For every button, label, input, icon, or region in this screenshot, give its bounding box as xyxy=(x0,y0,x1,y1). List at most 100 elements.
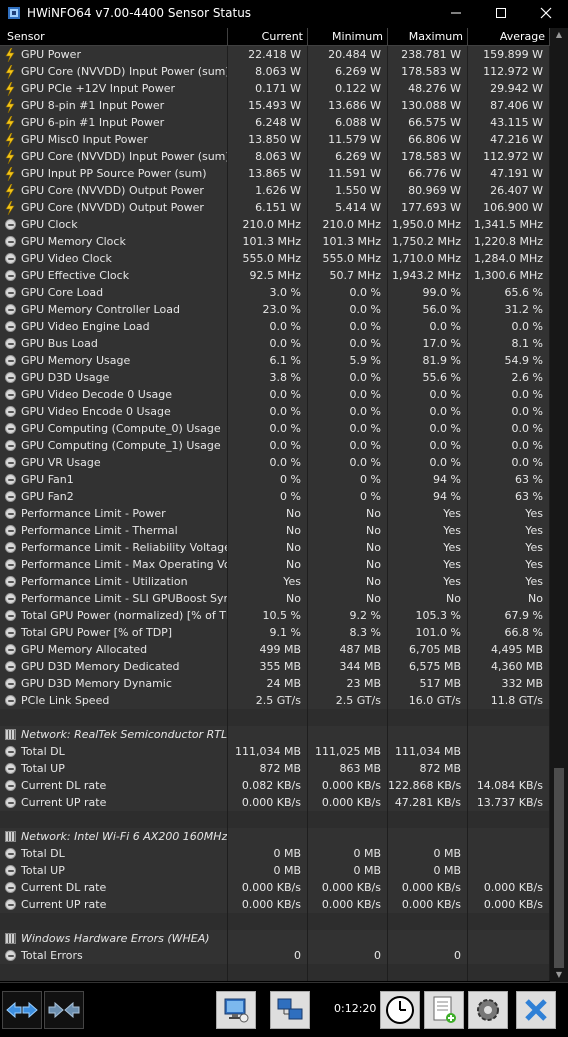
sensor-gauge-icon xyxy=(3,575,17,589)
table-row[interactable]: Total DL 111,034 MB 111,025 MB 111,034 MB xyxy=(0,743,550,760)
table-row[interactable]: GPU PCIe +12V Input Power 0.171 W 0.122 W4… xyxy=(0,80,550,97)
table-row[interactable]: Performance Limit - Max Operating Volt..… xyxy=(0,556,550,573)
table-row[interactable]: GPU Input PP Source Power (sum) 13.865 W1… xyxy=(0,165,550,182)
table-row[interactable]: GPU Core (NVVDD) Output Power 6.151 W 5.41… xyxy=(0,199,550,216)
table-row[interactable]: GPU Memory Usage 6.1 % 5.9 % 81.9 % 54.9 % xyxy=(0,352,550,369)
close-window-button[interactable] xyxy=(523,0,568,26)
maximize-button[interactable] xyxy=(478,0,523,26)
column-header-sensor[interactable]: Sensor xyxy=(0,28,228,46)
average-value-cell: 4,495 MB xyxy=(468,641,550,658)
table-row[interactable]: Current DL rate 0.000 KB/s 0.000 KB/s 0.000… xyxy=(0,879,550,896)
table-row[interactable]: GPU 8-pin #1 Input Power 15.493 W 13.686 W… xyxy=(0,97,550,114)
average-value-cell: 0.000 KB/s xyxy=(468,896,550,913)
vertical-scrollbar[interactable]: ▲ ▼ xyxy=(550,28,568,982)
maximum-value-cell: 94 % xyxy=(388,488,468,505)
table-row[interactable]: PCIe Link Speed 2.5 GT/s 2.5 GT/s 16.0 GT/s… xyxy=(0,692,550,709)
column-header-minimum[interactable]: Minimum xyxy=(308,28,388,46)
logging-button[interactable] xyxy=(424,991,464,1029)
current-value-cell: 13.850 W xyxy=(228,131,308,148)
table-row[interactable]: Total Errors 0 0 0 xyxy=(0,947,550,964)
table-row[interactable]: Performance Limit - Power No No Yes Yes xyxy=(0,505,550,522)
minimum-value-cell: 101.3 MHz xyxy=(308,233,388,250)
table-row[interactable]: GPU 6-pin #1 Input Power 6.248 W 6.088 W 66… xyxy=(0,114,550,131)
column-header-maximum[interactable]: Maximum xyxy=(388,28,468,46)
current-value-cell: 210.0 MHz xyxy=(228,216,308,233)
sensor-name-cell xyxy=(0,913,228,930)
current-value-cell: 555.0 MHz xyxy=(228,250,308,267)
table-row[interactable]: GPU VR Usage 0.0 % 0.0 % 0.0 % 0.0 % xyxy=(0,454,550,471)
table-row[interactable]: Performance Limit - Reliability Voltage N… xyxy=(0,539,550,556)
table-row[interactable]: Current DL rate 0.082 KB/s 0.000 KB/s 122.8… xyxy=(0,777,550,794)
table-row[interactable]: GPU Core (NVVDD) Output Power 1.626 W 1.55… xyxy=(0,182,550,199)
sensor-group-row[interactable]: Network: RealTek Semiconductor RTL81... xyxy=(0,726,550,743)
average-value-cell: 112.972 W xyxy=(468,63,550,80)
table-row[interactable]: GPU Fan1 0 % 0 % 94 % 63 % xyxy=(0,471,550,488)
column-header-current[interactable]: Current xyxy=(228,28,308,46)
table-row[interactable]: GPU Computing (Compute_0) Usage 0.0 % 0.0 … xyxy=(0,420,550,437)
sensor-gauge-icon xyxy=(3,507,17,521)
average-value-cell: Yes xyxy=(468,539,550,556)
table-row[interactable]: GPU Misc0 Input Power 13.850 W 11.579 W 66.… xyxy=(0,131,550,148)
table-row[interactable]: GPU Video Clock 555.0 MHz 555.0 MHz 1,710.0… xyxy=(0,250,550,267)
table-row[interactable]: Performance Limit - Utilization Yes No Yes Y… xyxy=(0,573,550,590)
current-value-cell: 0 MB xyxy=(228,862,308,879)
sensor-gauge-icon xyxy=(3,524,17,538)
table-row[interactable]: GPU Power 22.418 W 20.484 W 238.781 W 159.89… xyxy=(0,46,550,63)
table-row[interactable]: Current UP rate 0.000 KB/s 0.000 KB/s 47.28… xyxy=(0,794,550,811)
sensor-group-row[interactable]: Windows Hardware Errors (WHEA) xyxy=(0,930,550,947)
table-row[interactable]: GPU Computing (Compute_1) Usage 0.0 % 0.0 … xyxy=(0,437,550,454)
show-sensors-button[interactable] xyxy=(216,991,256,1029)
minimum-value-cell: 0.0 % xyxy=(308,335,388,352)
table-row[interactable]: GPU Core (NVVDD) Input Power (sum) 8.063 … xyxy=(0,63,550,80)
table-row[interactable]: GPU Video Encode 0 Usage 0.0 % 0.0 % 0.0 % 0… xyxy=(0,403,550,420)
minimize-button[interactable] xyxy=(433,0,478,26)
table-row[interactable]: GPU Core (NVVDD) Input Power (sum) 8.063 … xyxy=(0,148,550,165)
sensor-label: GPU 8-pin #1 Input Power xyxy=(21,99,165,112)
table-row[interactable]: Performance Limit - Thermal No No Yes Yes xyxy=(0,522,550,539)
minimum-value-cell: 0.122 W xyxy=(308,80,388,97)
table-row[interactable]: Total UP 0 MB 0 MB 0 MB xyxy=(0,862,550,879)
table-row[interactable]: GPU Memory Controller Load 23.0 % 0.0 % 56.… xyxy=(0,301,550,318)
table-row[interactable]: GPU D3D Memory Dedicated 355 MB 344 MB 6,57… xyxy=(0,658,550,675)
scroll-up-icon[interactable]: ▲ xyxy=(554,30,564,40)
table-row[interactable]: GPU D3D Usage 3.8 % 0.0 % 55.6 % 2.6 % xyxy=(0,369,550,386)
table-row[interactable]: GPU D3D Memory Dynamic 24 MB 23 MB 517 MB 33… xyxy=(0,675,550,692)
table-row[interactable]: Current UP rate 0.000 KB/s 0.000 KB/s 0.000… xyxy=(0,896,550,913)
scroll-down-icon[interactable]: ▼ xyxy=(554,970,564,980)
average-value-cell: 29.942 W xyxy=(468,80,550,97)
table-row[interactable]: GPU Effective Clock 92.5 MHz 50.7 MHz 1,943… xyxy=(0,267,550,284)
sensor-group-row[interactable]: Network: Intel Wi-Fi 6 AX200 160MHz xyxy=(0,828,550,845)
table-row[interactable]: GPU Clock 210.0 MHz 210.0 MHz 1,950.0 MHz 1,… xyxy=(0,216,550,233)
expand-collapse-button[interactable] xyxy=(2,991,42,1029)
clock-reset-button[interactable] xyxy=(380,991,420,1029)
sensor-gauge-icon xyxy=(3,762,17,776)
column-header-average[interactable]: Average xyxy=(468,28,550,46)
table-row[interactable]: GPU Video Decode 0 Usage 0.0 % 0.0 % 0.0 % 0… xyxy=(0,386,550,403)
sensor-label: GPU Core (NVVDD) Input Power (sum) xyxy=(21,150,228,163)
sensor-label: GPU Computing (Compute_1) Usage xyxy=(21,439,221,452)
maximum-value-cell: 6,575 MB xyxy=(388,658,468,675)
table-row[interactable]: Total UP 872 MB 863 MB 872 MB xyxy=(0,760,550,777)
table-row[interactable]: Performance Limit - SLI GPUBoost Sync No N… xyxy=(0,590,550,607)
scrollbar-thumb[interactable] xyxy=(554,768,564,968)
current-value-cell: 1.626 W xyxy=(228,182,308,199)
close-sensors-button[interactable] xyxy=(516,991,556,1029)
table-row[interactable]: Total DL 0 MB 0 MB 0 MB xyxy=(0,845,550,862)
table-row[interactable]: GPU Memory Clock 101.3 MHz 101.3 MHz 1,750.… xyxy=(0,233,550,250)
maximum-value-cell: 81.9 % xyxy=(388,352,468,369)
table-row[interactable]: GPU Core Load 3.0 % 0.0 % 99.0 % 65.6 % xyxy=(0,284,550,301)
table-row[interactable]: GPU Memory Allocated 499 MB 487 MB 6,705 MB… xyxy=(0,641,550,658)
table-row[interactable]: GPU Video Engine Load 0.0 % 0.0 % 0.0 % 0.0 … xyxy=(0,318,550,335)
table-row[interactable]: GPU Bus Load 0.0 % 0.0 % 17.0 % 8.1 % xyxy=(0,335,550,352)
maximum-value-cell: 178.583 W xyxy=(388,63,468,80)
table-row[interactable]: GPU Fan2 0 % 0 % 94 % 63 % xyxy=(0,488,550,505)
table-row[interactable]: Total GPU Power [% of TDP] 9.1 % 8.3 % 101.… xyxy=(0,624,550,641)
current-value-cell: 0 xyxy=(228,947,308,964)
table-row[interactable]: Total GPU Power (normalized) [% of TDP] 1… xyxy=(0,607,550,624)
collapse-button[interactable] xyxy=(44,991,84,1029)
minimum-value-cell: 23 MB xyxy=(308,675,388,692)
network-button[interactable] xyxy=(270,991,310,1029)
settings-button[interactable] xyxy=(468,991,508,1029)
minimum-value-cell: 0.0 % xyxy=(308,284,388,301)
sensor-name-cell: Total UP xyxy=(0,760,228,777)
